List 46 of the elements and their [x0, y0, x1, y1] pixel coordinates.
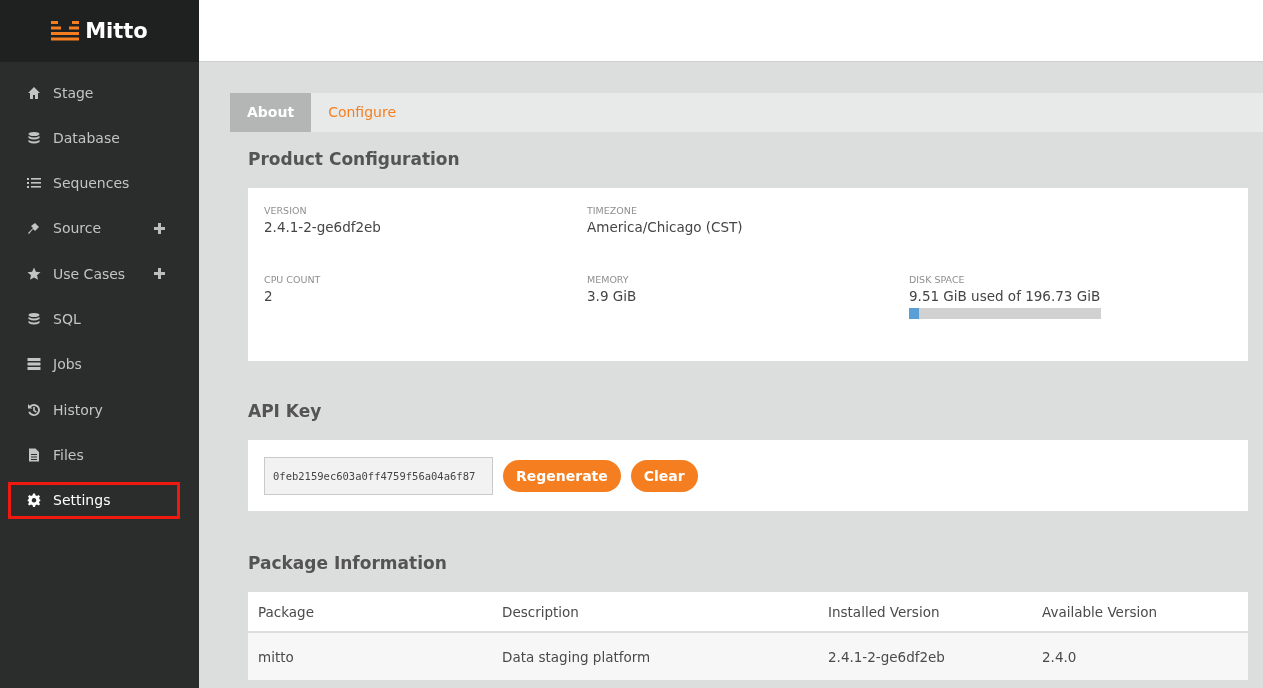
sidebar-item[interactable]: Database: [8, 119, 180, 157]
field-value: 2.4.1-2-ge6df2eb: [264, 219, 382, 235]
table-cell: 2.4.0: [1032, 632, 1248, 680]
sidebar-item[interactable]: Jobs: [8, 345, 180, 383]
column-header: Package: [248, 592, 492, 632]
sidebar-item[interactable]: SQL: [8, 300, 180, 338]
field-label: DISK SPACE: [909, 274, 966, 285]
table-cell: 2.4.1-2-ge6df2eb: [818, 632, 1032, 680]
section-title: API Key: [248, 400, 323, 423]
table-cell: mitto: [248, 632, 492, 680]
column-header: Installed Version: [818, 592, 1032, 632]
nav-icon: [27, 312, 41, 326]
plus-icon[interactable]: [154, 222, 165, 234]
nav-icon: [27, 176, 41, 191]
nav-icon: [27, 357, 41, 372]
sidebar-item[interactable]: Stage: [8, 74, 180, 111]
sidebar-item[interactable]: History: [8, 391, 180, 429]
nav-icon: [27, 85, 41, 100]
section-title: Package Information: [248, 552, 448, 575]
field-label: CPU COUNT: [264, 274, 322, 285]
nav-icon: [27, 266, 41, 281]
table-cell: Data staging platform: [492, 632, 818, 680]
column-header: Description: [492, 592, 818, 632]
sidebar-item[interactable]: Settings: [8, 481, 180, 519]
sidebar-item[interactable]: Use Cases: [8, 255, 180, 293]
field-value: 9.51 GiB used of 196.73 GiB: [909, 288, 1102, 304]
brand-name: Mitto: [85, 19, 148, 43]
field-label: MEMORY: [587, 274, 630, 285]
field-label: VERSION: [264, 205, 308, 216]
column-header: Available Version: [1032, 592, 1248, 632]
nav-icon: [27, 130, 41, 145]
sidebar-item[interactable]: Files: [8, 436, 180, 474]
field-value: America/Chicago (CST): [587, 219, 744, 235]
sidebar-item[interactable]: Source: [8, 209, 180, 247]
api-key-field[interactable]: 0feb2159ec603a0ff4759f56a04a6f87: [264, 456, 493, 495]
field-value: 3.9 GiB: [587, 288, 638, 304]
field-value: 2: [264, 288, 274, 304]
nav-icon: [27, 402, 41, 417]
nav-icon: [27, 221, 41, 236]
sidebar-item[interactable]: Sequences: [8, 164, 180, 202]
field-label: TIMEZONE: [587, 205, 638, 216]
plus-icon[interactable]: [154, 268, 165, 280]
nav-icon: [27, 493, 41, 508]
section-title: Product Configuration: [248, 148, 461, 171]
logo-icon: [51, 21, 80, 41]
nav-icon: [27, 447, 41, 462]
